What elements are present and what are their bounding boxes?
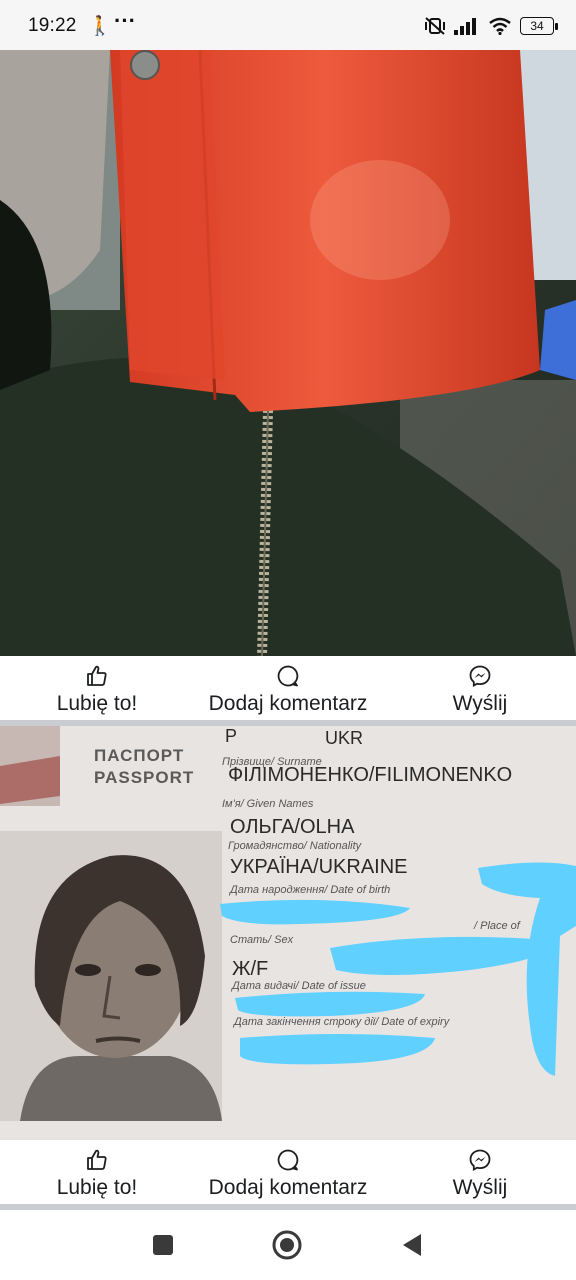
sex-value: Ж/F (232, 958, 269, 980)
thumbs-up-icon (87, 665, 107, 686)
place-of-birth-label: / Place of (474, 920, 520, 932)
system-navigation-bar (0, 1210, 576, 1280)
clock: 19:22 (28, 15, 77, 36)
given-names-value: ОЛЬГА/OLHA (230, 816, 355, 838)
battery-icon: 34 (520, 17, 558, 35)
status-icons: 34 (424, 14, 558, 38)
signal-icon (454, 18, 476, 35)
surname-value: ФІЛІМОНЕНКО/FILIMONENKO (228, 764, 513, 786)
back-icon[interactable] (398, 1230, 428, 1260)
post-photo-passport[interactable]: P UKR ПАСПОРТ PASSPORT Прізвище/ Surname… (0, 726, 576, 1140)
like-button[interactable]: Lubię to! (44, 664, 150, 716)
comment-icon (277, 665, 299, 687)
post-photo-wallet[interactable] (0, 50, 576, 656)
passport-country: UKR (325, 728, 364, 748)
passport-doc-type: P (225, 726, 238, 746)
post-actions: Lubię to! Dodaj komentarz Wyślij (0, 656, 576, 720)
more-notifications-icon: ··· (114, 8, 136, 33)
post-actions: Lubię to! Dodaj komentarz Wyślij (0, 1140, 576, 1204)
like-label: Lubię to! (56, 1176, 138, 1199)
date-of-expiry-label: Дата закінчення строку дії/ Date of expi… (234, 1016, 450, 1028)
send-label: Wyślij (452, 1176, 508, 1199)
wifi-icon (489, 17, 511, 35)
recent-apps-icon[interactable] (148, 1230, 178, 1260)
like-label: Lubię to! (56, 692, 138, 715)
messenger-icon (469, 665, 491, 688)
nationality-label: Громадянство/ Nationality (228, 840, 362, 852)
comment-button[interactable]: Dodaj komentarz (196, 664, 380, 716)
passport-title-ua: ПАСПОРТ (94, 746, 185, 765)
nationality-value: УКРАЇНА/UKRAINE (230, 856, 408, 878)
comment-label: Dodaj komentarz (208, 692, 368, 715)
send-button[interactable]: Wyślij (436, 664, 524, 716)
given-names-label: Ім'я/ Given Names (222, 798, 314, 810)
home-icon[interactable] (272, 1230, 302, 1260)
walking-person-icon: 🚶 (88, 16, 112, 37)
comment-icon (277, 1149, 299, 1171)
comment-button[interactable]: Dodaj komentarz (196, 1148, 380, 1200)
like-button[interactable]: Lubię to! (44, 1148, 150, 1200)
messenger-icon (469, 1149, 491, 1172)
send-button[interactable]: Wyślij (436, 1148, 524, 1200)
thumbs-up-icon (87, 1149, 107, 1170)
passport-title-en: PASSPORT (94, 768, 195, 787)
sex-label: Стать/ Sex (230, 934, 294, 946)
send-label: Wyślij (452, 692, 508, 715)
date-of-birth-label: Дата народження/ Date of birth (230, 884, 391, 896)
comment-label: Dodaj komentarz (208, 1176, 368, 1199)
status-bar: 19:22 🚶 ··· 34 (0, 0, 576, 50)
date-of-issue-label: Дата видачі/ Date of issue (232, 980, 366, 992)
vibrate-off-icon (425, 17, 445, 35)
